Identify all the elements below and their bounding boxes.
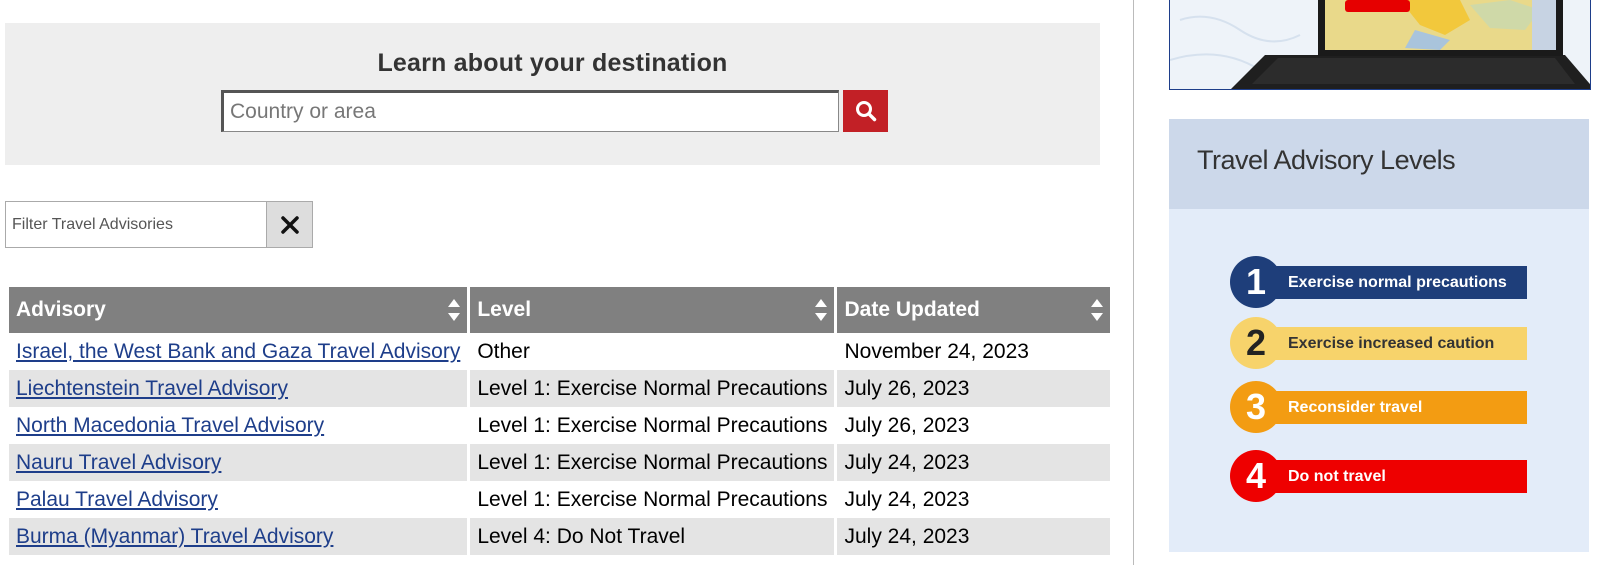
table-row: Burma (Myanmar) Travel Advisory Level 4:…: [9, 518, 1111, 555]
advisory-cell: Palau Travel Advisory: [9, 481, 467, 518]
clear-filter-button[interactable]: [266, 202, 312, 247]
level-cell: Level 1: Exercise Normal Precautions: [470, 444, 835, 481]
level-number-badge: 2: [1230, 317, 1282, 369]
search-icon: [855, 101, 876, 122]
advisory-cell: Nauru Travel Advisory: [9, 444, 468, 481]
advisory-link[interactable]: Nauru Travel Advisory: [16, 451, 221, 474]
sort-icon: [1091, 299, 1104, 321]
table-row: Nauru Travel Advisory Level 1: Exercise …: [9, 444, 1111, 481]
advisory-link[interactable]: Liechtenstein Travel Advisory: [16, 377, 288, 400]
advisory-cell: Liechtenstein Travel Advisory: [9, 370, 468, 407]
level-4-item: Do not travel 4: [1230, 450, 1530, 502]
table-row: Palau Travel Advisory Level 1: Exercise …: [9, 481, 1110, 518]
table-row: Liechtenstein Travel Advisory Level 1: E…: [9, 370, 1111, 407]
level-cell: Level 1: Exercise Normal Precautions: [477, 413, 828, 437]
advisory-cell: North Macedonia Travel Advisory: [9, 407, 467, 444]
sort-icon: [815, 299, 828, 321]
advisory-link[interactable]: North Macedonia Travel Advisory: [16, 414, 324, 437]
level-cell: Level 1: Exercise Normal Precautions: [470, 370, 835, 407]
column-header-label: Advisory: [16, 298, 106, 321]
advisory-link[interactable]: Burma (Myanmar) Travel Advisory: [16, 525, 333, 548]
search-title: Learn about your destination: [377, 49, 728, 77]
level-number-badge: 4: [1230, 450, 1282, 502]
travel-advisory-levels-panel: Travel Advisory Levels Exercise normal p…: [1169, 119, 1589, 552]
level-number-badge: 3: [1230, 381, 1282, 433]
level-label: Exercise increased caution: [1256, 327, 1527, 360]
level-1-item: Exercise normal precautions 1: [1230, 256, 1530, 308]
column-header-advisory[interactable]: Advisory: [9, 287, 468, 333]
table-row: Israel, the West Bank and Gaza Travel Ad…: [9, 333, 1110, 370]
advisories-table: Advisory Level Date Updated Israel, the: [6, 287, 1113, 555]
column-header-label: Date Updated: [844, 298, 980, 321]
levels-title: Travel Advisory Levels: [1197, 145, 1456, 175]
level-cell: Other: [477, 339, 530, 363]
filter-box: [5, 201, 313, 248]
date-cell: July 24, 2023: [837, 444, 1111, 481]
date-cell: November 24, 2023: [844, 339, 1029, 363]
destination-search-panel: Learn about your destination: [5, 23, 1100, 165]
column-header-date-updated[interactable]: Date Updated: [837, 287, 1111, 333]
country-search-input[interactable]: [221, 90, 839, 132]
level-label: Reconsider travel: [1256, 391, 1527, 424]
filter-advisories-input[interactable]: [6, 202, 266, 247]
column-divider: [1133, 0, 1134, 565]
date-cell: July 26, 2023: [844, 413, 970, 437]
level-label: Do not travel: [1256, 460, 1527, 493]
column-header-level[interactable]: Level: [470, 287, 835, 333]
column-header-label: Level: [477, 298, 532, 321]
level-number-badge: 1: [1230, 256, 1282, 308]
date-cell: July 26, 2023: [837, 370, 1111, 407]
date-cell: July 24, 2023: [837, 518, 1111, 555]
table-row: North Macedonia Travel Advisory Level 1:…: [9, 407, 1110, 444]
date-cell: July 24, 2023: [844, 487, 970, 511]
sort-icon: [448, 299, 461, 321]
level-2-item: Exercise increased caution 2: [1230, 317, 1530, 369]
advisory-cell: Israel, the West Bank and Gaza Travel Ad…: [9, 333, 467, 370]
laptop-map-promo-image[interactable]: [1169, 0, 1591, 90]
advisory-cell: Burma (Myanmar) Travel Advisory: [9, 518, 468, 555]
level-label: Exercise normal precautions: [1256, 266, 1527, 299]
level-3-item: Reconsider travel 3: [1230, 381, 1530, 433]
level-cell: Level 1: Exercise Normal Precautions: [477, 487, 828, 511]
laptop-map-illustration: [1170, 0, 1590, 89]
levels-header: Travel Advisory Levels: [1169, 119, 1589, 209]
table-header-row: Advisory Level Date Updated: [9, 287, 1111, 333]
search-button[interactable]: [843, 90, 888, 132]
level-cell: Level 4: Do Not Travel: [470, 518, 835, 555]
advisory-link[interactable]: Israel, the West Bank and Gaza Travel Ad…: [16, 340, 460, 363]
advisory-link[interactable]: Palau Travel Advisory: [16, 488, 218, 511]
close-icon: [280, 215, 299, 234]
